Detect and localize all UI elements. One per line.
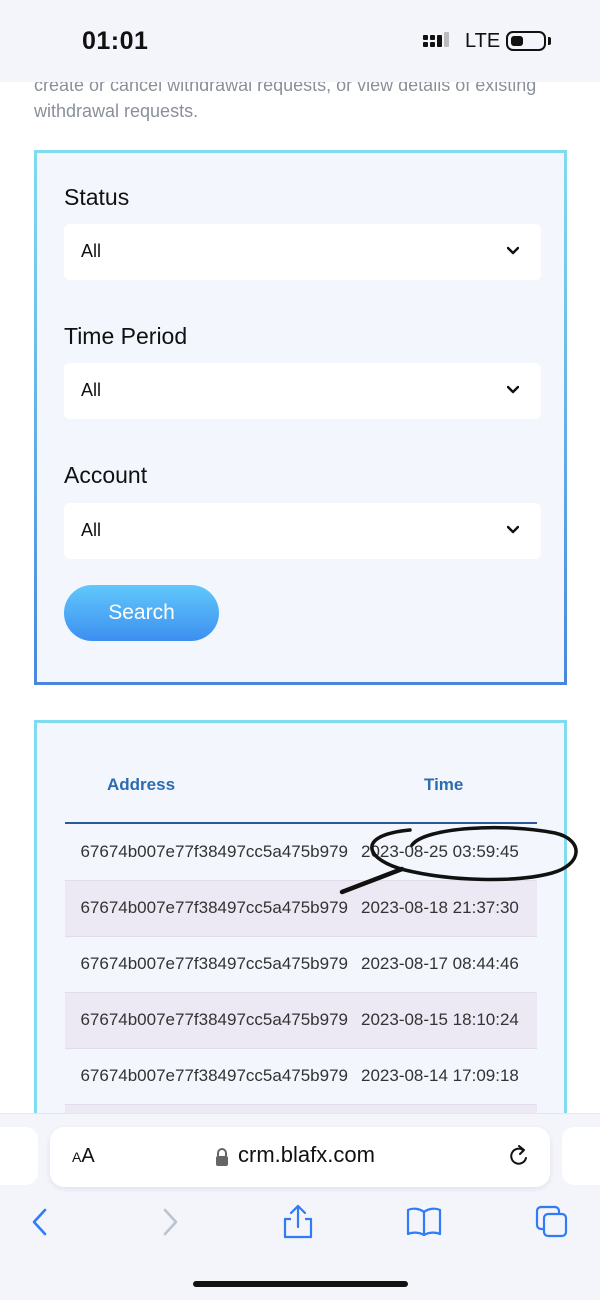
chevron-down-icon [507,246,519,255]
tabs-icon[interactable] [534,1204,570,1240]
address-cell: 67674b007e77f38497cc5a475b979 [80,1066,348,1085]
status-bar: 01:01 LTE [0,0,600,82]
time-cell: 2023-08-15 18:10:24 [361,1010,519,1029]
address-cell: 67674b007e77f38497cc5a475b979 [80,954,348,973]
forward-icon[interactable] [152,1204,188,1240]
time-period-select[interactable]: All [64,363,541,419]
status-select-value: All [81,241,102,261]
column-header-time[interactable]: Time [424,775,463,795]
previous-tab-preview[interactable] [0,1127,38,1185]
battery-icon [506,31,546,51]
search-button[interactable]: Search [64,585,219,641]
address-bar[interactable]: AA crm.blafx.com [50,1127,550,1187]
account-select[interactable]: All [64,503,541,559]
network-type: LTE [465,30,501,52]
chevron-down-icon [507,525,519,534]
bookmarks-icon[interactable] [406,1204,442,1240]
account-label: Account [64,462,148,488]
table-row[interactable]: 67674b007e77f38497cc5a475b979 2023-08-14… [65,1049,537,1105]
status-label: Status [64,184,130,210]
table-row[interactable]: 67674b007e77f38497cc5a475b979 2023-08-17… [65,937,537,993]
address-cell: 67674b007e77f38497cc5a475b979 [80,898,348,917]
back-icon[interactable] [22,1204,58,1240]
table-row[interactable]: 67674b007e77f38497cc5a475b979 2023-08-15… [65,993,537,1049]
column-header-address[interactable]: Address [107,775,175,795]
status-select[interactable]: All [64,224,541,280]
account-select-value: All [81,520,102,540]
address-cell: 67674b007e77f38497cc5a475b979 [80,842,348,861]
time-cell: 2023-08-18 21:37:30 [361,898,519,917]
time-cell: 2023-08-14 17:09:18 [361,1066,519,1085]
time-cell: 2023-08-17 08:44:46 [361,954,519,973]
address-cell: 67674b007e77f38497cc5a475b979 [80,1010,348,1029]
filter-panel: Status All Time Period All Account All S… [34,150,567,685]
annotation-ellipse [339,825,578,895]
time-period-label: Time Period [64,323,188,349]
home-indicator[interactable] [193,1281,408,1287]
browser-toolbar: AA crm.blafx.com [0,1113,600,1300]
chevron-down-icon [507,385,519,394]
share-icon[interactable] [280,1204,316,1240]
time-period-select-value: All [81,380,102,400]
next-tab-preview[interactable] [562,1127,600,1185]
text-size-button[interactable]: AA [72,1145,95,1168]
lock-icon [216,1148,228,1166]
reload-icon[interactable] [508,1145,530,1169]
battery-tip [548,37,551,45]
status-time: 01:01 [82,27,149,55]
cellular-signal-icon [423,32,457,52]
url-text[interactable]: crm.blafx.com [238,1142,375,1168]
